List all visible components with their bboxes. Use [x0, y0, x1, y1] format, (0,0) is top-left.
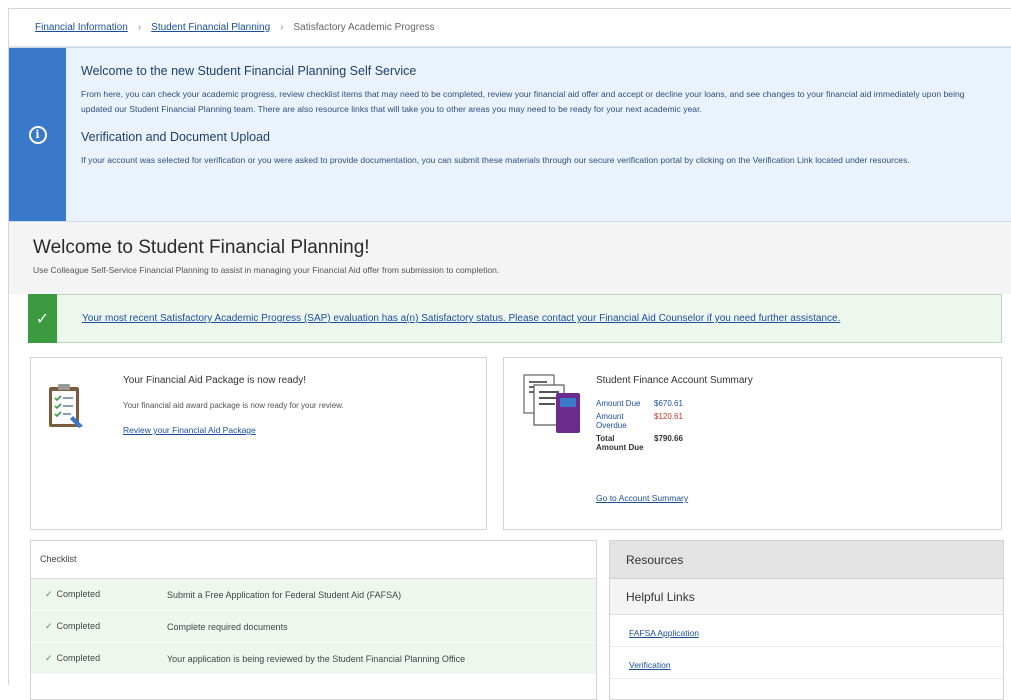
- verification-heading: Verification and Document Upload: [81, 130, 271, 144]
- breadcrumb-financial-information[interactable]: Financial Information: [35, 22, 128, 33]
- breadcrumb-separator: ›: [280, 22, 284, 33]
- fafsa-application-link[interactable]: FAFSA Application: [629, 628, 699, 638]
- checklist-title: Checklist: [31, 541, 596, 579]
- review-aid-package-link[interactable]: Review your Financial Aid Package: [123, 425, 256, 435]
- checklist-item-text: Your application is being reviewed by th…: [167, 653, 466, 664]
- notice-body: Welcome to the new Student Financial Pla…: [81, 64, 991, 181]
- sap-status-alert: ✓ Your most recent Satisfactory Academic…: [28, 294, 1002, 343]
- checklist-row: ✓ Completed Submit a Free Application for…: [31, 579, 596, 611]
- notice-heading: Welcome to the new Student Financial Pla…: [81, 64, 417, 78]
- account-summary-table: Amount Due $670.61 Amount Overdue $120.6…: [596, 399, 683, 456]
- account-summary-card: Student Finance Account Summary Amount D…: [503, 357, 1002, 530]
- checklist-status-text: Completed: [56, 621, 101, 631]
- amount-due-value: $670.61: [654, 399, 683, 408]
- check-icon: ✓: [45, 653, 53, 663]
- verification-link[interactable]: Verification: [629, 660, 671, 670]
- check-icon: ✓: [45, 621, 53, 631]
- helpful-links-title: Helpful Links: [610, 579, 1003, 615]
- aid-card-title: Your Financial Aid Package is now ready!: [123, 375, 307, 386]
- resources-title: Resources: [610, 541, 1003, 579]
- total-amount-due-value: $790.66: [654, 434, 683, 443]
- amount-overdue-value: $120.61: [654, 412, 683, 421]
- page-subtitle: Use Colleague Self-Service Financial Pla…: [33, 265, 500, 275]
- checklist-status-text: Completed: [56, 589, 101, 599]
- checklist-status-text: Completed: [56, 653, 101, 663]
- resource-item: Verification: [610, 647, 1003, 679]
- account-summary-link[interactable]: Go to Account Summary: [596, 493, 688, 503]
- breadcrumb-current: Satisfactory Academic Progress: [293, 22, 435, 33]
- verification-text: If your account was selected for verific…: [81, 155, 910, 165]
- welcome-header: Welcome to Student Financial Planning! U…: [9, 222, 1011, 294]
- documents-icon: [523, 374, 580, 433]
- checklist-status: ✓ Completed: [31, 653, 167, 664]
- financial-aid-card: Your Financial Aid Package is now ready!…: [30, 357, 487, 530]
- resource-item: FAFSA Application: [610, 615, 1003, 647]
- checklist-status: ✓ Completed: [31, 621, 167, 632]
- account-card-title: Student Finance Account Summary: [596, 375, 753, 386]
- aid-card-text: Your financial aid award package is now …: [123, 401, 344, 410]
- clipboard-icon: [49, 384, 83, 428]
- checklist-row: ✓ Completed Your application is being rev…: [31, 643, 596, 675]
- sap-status-link[interactable]: Your most recent Satisfactory Academic P…: [82, 313, 840, 324]
- checklist-panel: Checklist ✓ Completed Submit a Free Appli…: [30, 540, 597, 700]
- amount-overdue-label-line1: Amount: [596, 412, 624, 421]
- total-label-line2: Amount Due: [596, 443, 644, 452]
- total-amount-due-label: Total Amount Due: [596, 434, 654, 456]
- breadcrumb-separator: ›: [137, 22, 142, 33]
- checklist-status: ✓ Completed: [31, 589, 167, 600]
- resources-panel: Resources Helpful Links FAFSA Applicatio…: [609, 540, 1004, 700]
- amount-due-label: Amount Due: [596, 399, 641, 408]
- amount-overdue-label: Amount Overdue: [596, 412, 654, 434]
- page-title: Welcome to Student Financial Planning!: [33, 237, 370, 258]
- check-icon: ✓: [45, 589, 53, 599]
- amount-overdue-label-line2: Overdue: [596, 421, 627, 430]
- notice-text: From here, you can check your academic p…: [81, 89, 965, 114]
- total-label-line1: Total: [596, 434, 615, 443]
- checklist-item-text: Complete required documents: [167, 621, 288, 632]
- checklist-row: ✓ Completed Complete required documents: [31, 611, 596, 643]
- checkmark-icon: ✓: [28, 294, 57, 343]
- breadcrumb: Financial Information › Student Financia…: [9, 9, 1011, 47]
- breadcrumb-student-financial-planning[interactable]: Student Financial Planning: [151, 22, 270, 33]
- info-icon: i: [28, 125, 47, 144]
- info-notice: i Welcome to the new Student Financial P…: [9, 47, 1011, 222]
- notice-bar: i: [9, 48, 66, 221]
- checklist-item-text: Submit a Free Application for Federal St…: [167, 589, 402, 600]
